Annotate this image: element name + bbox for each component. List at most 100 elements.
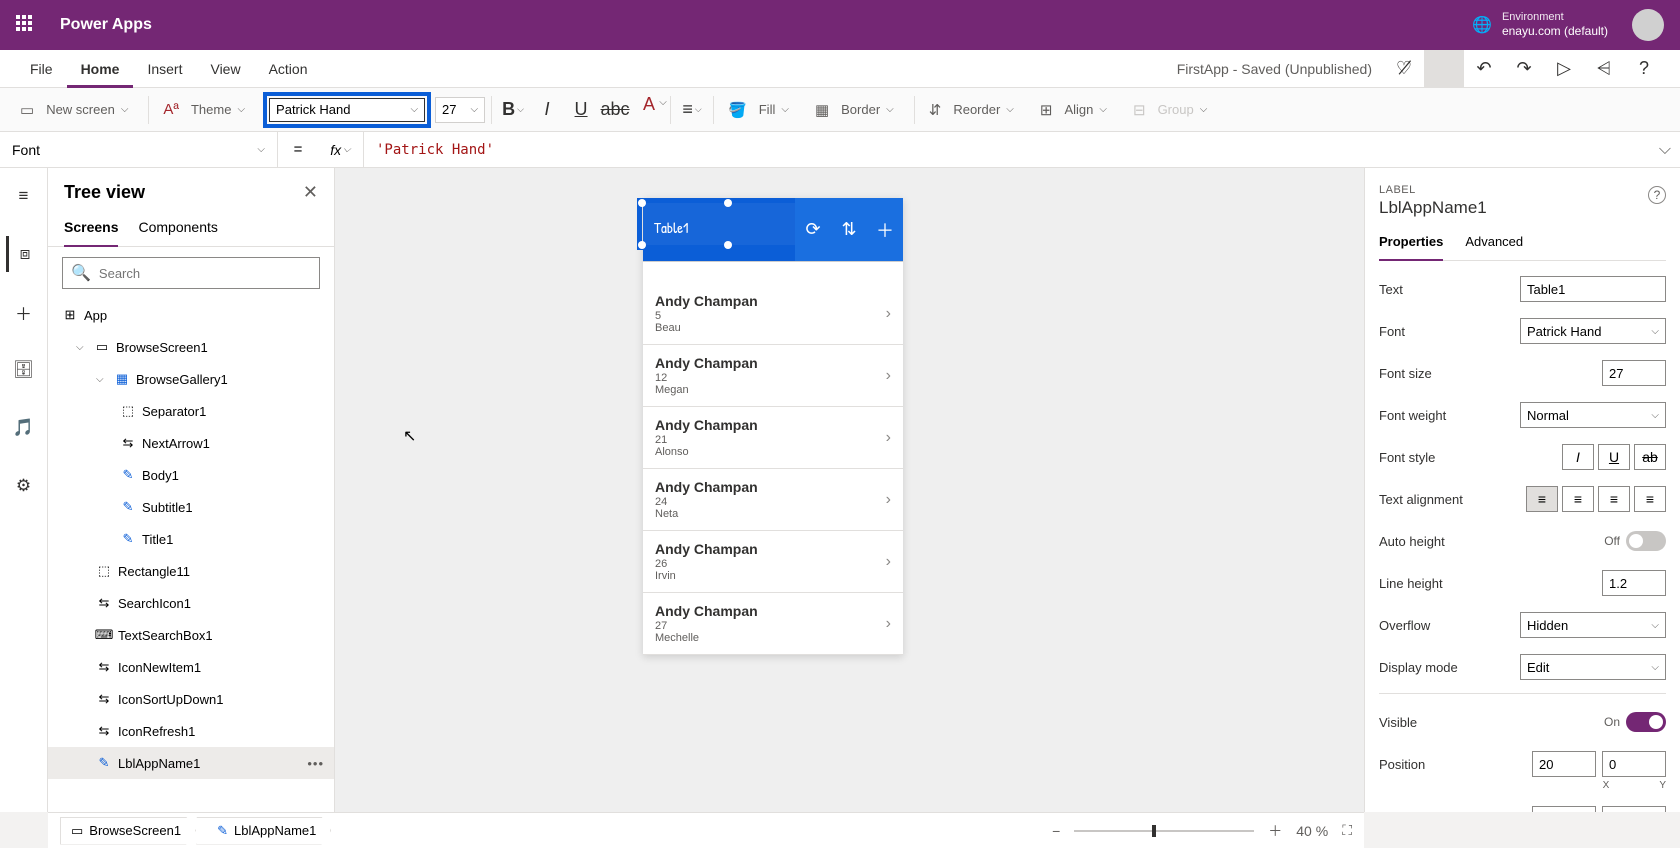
tree-item[interactable]: ⇆SearchIcon1 xyxy=(48,587,334,619)
underline-btn[interactable]: U xyxy=(1598,444,1630,470)
app-checker-icon[interactable]: ♡̸ xyxy=(1384,50,1424,88)
gallery-item[interactable]: Andy Champan 26 Irvin › xyxy=(643,531,903,593)
new-screen-button[interactable]: New screen⌵ xyxy=(40,98,134,121)
font-size-select[interactable]: 27⌵ xyxy=(435,97,485,123)
gallery-item[interactable]: Andy Champan 12 Megan › xyxy=(643,345,903,407)
prop-width-input[interactable] xyxy=(1532,806,1596,812)
environment-selector[interactable]: 🌐 Environment enayu.com (default) xyxy=(1472,11,1608,39)
align-center-btn[interactable]: ≡ xyxy=(1562,486,1594,512)
chevron-right-icon[interactable]: › xyxy=(886,491,891,509)
menu-action[interactable]: Action xyxy=(255,50,322,88)
align-button[interactable]: Align⌵ xyxy=(1058,98,1113,121)
chevron-right-icon[interactable]: › xyxy=(886,367,891,385)
fx-icon[interactable]: fx⌵ xyxy=(318,132,364,168)
prop-y-input[interactable] xyxy=(1602,751,1666,777)
search-input[interactable] xyxy=(99,266,311,281)
menu-file[interactable]: File xyxy=(16,50,67,88)
search-box-preview[interactable] xyxy=(643,261,903,283)
canvas[interactable]: ↖ Table1 ⟳ ⇅ ＋ xyxy=(335,168,1364,812)
tab-components[interactable]: Components xyxy=(138,213,217,246)
insert-icon[interactable]: ＋ xyxy=(6,294,42,330)
font-color-button[interactable]: A⌵ xyxy=(634,96,664,124)
chevron-down-icon[interactable]: ⌵ xyxy=(76,342,88,353)
prop-displaymode-select[interactable]: Edit⌵ xyxy=(1520,654,1666,680)
prop-lineheight-input[interactable] xyxy=(1602,570,1666,596)
tree-item[interactable]: ✎Subtitle1 xyxy=(48,491,334,523)
align-left-btn[interactable]: ≡ xyxy=(1526,486,1558,512)
tree-item-selected[interactable]: ✎LblAppName1••• xyxy=(48,747,334,779)
italic-btn[interactable]: I xyxy=(1562,444,1594,470)
formula-input[interactable]: 'Patrick Hand' xyxy=(364,142,1650,158)
help-icon[interactable]: ? xyxy=(1624,50,1664,88)
prop-x-input[interactable] xyxy=(1532,751,1596,777)
sort-icon[interactable]: ⇅ xyxy=(831,198,867,261)
visible-toggle[interactable] xyxy=(1626,712,1666,732)
tree-item[interactable]: ⌵▦BrowseGallery1 xyxy=(48,363,334,395)
chevron-down-icon[interactable]: ⌵ xyxy=(96,374,108,385)
tree-item[interactable]: ✎Body1 xyxy=(48,459,334,491)
share-icon[interactable]: ⩤ xyxy=(1584,50,1624,88)
selection-box[interactable]: Table1 xyxy=(637,198,819,250)
tree-item[interactable]: ⌵▭BrowseScreen1 xyxy=(48,331,334,363)
formula-expand-icon[interactable]: ⌵ xyxy=(1650,141,1680,159)
menu-view[interactable]: View xyxy=(196,50,254,88)
tree-item[interactable]: ⇆NextArrow1 xyxy=(48,427,334,459)
tree-item[interactable]: ⇆IconRefresh1 xyxy=(48,715,334,747)
app-launcher-icon[interactable] xyxy=(16,15,36,35)
align-justify-btn[interactable]: ≡ xyxy=(1634,486,1666,512)
tab-screens[interactable]: Screens xyxy=(64,213,118,247)
menu-insert[interactable]: Insert xyxy=(133,50,196,88)
zoom-slider[interactable] xyxy=(1074,830,1254,832)
theme-button[interactable]: Theme⌵ xyxy=(185,98,251,121)
undo-icon[interactable]: ↶ xyxy=(1464,50,1504,88)
data-icon[interactable]: 🗄 xyxy=(6,352,42,388)
tree-view-icon[interactable]: ⧈ xyxy=(6,236,42,272)
tab-advanced[interactable]: Advanced xyxy=(1465,234,1523,260)
tree-item[interactable]: ⬚Rectangle11 xyxy=(48,555,334,587)
tree-item[interactable]: ⌨TextSearchBox1 xyxy=(48,619,334,651)
fit-icon[interactable]: ⛶ xyxy=(1342,822,1352,839)
underline-button[interactable]: U xyxy=(566,96,596,124)
chevron-right-icon[interactable]: › xyxy=(886,553,891,571)
gallery-item[interactable]: Andy Champan 5 Beau › xyxy=(643,283,903,345)
tree-app[interactable]: ⊞App xyxy=(48,299,334,331)
chevron-right-icon[interactable]: › xyxy=(886,305,891,323)
font-select[interactable]: Patrick Hand⌵ xyxy=(269,98,425,122)
more-icon[interactable]: ••• xyxy=(307,756,324,771)
prop-text-input[interactable] xyxy=(1520,276,1666,302)
prop-fontweight-select[interactable]: Normal⌵ xyxy=(1520,402,1666,428)
chevron-right-icon[interactable]: › xyxy=(886,429,891,447)
add-icon[interactable]: ＋ xyxy=(867,198,903,261)
close-icon[interactable]: ✕ xyxy=(303,182,318,203)
redo-icon[interactable]: ↷ xyxy=(1504,50,1544,88)
autoheight-toggle[interactable] xyxy=(1626,531,1666,551)
resize-handle[interactable] xyxy=(638,199,646,207)
strikethrough-button[interactable]: abc xyxy=(600,96,630,124)
advanced-tools-icon[interactable]: ⚙ xyxy=(6,468,42,504)
resize-handle[interactable] xyxy=(638,241,646,249)
property-dropdown[interactable]: Font⌵ xyxy=(0,132,278,168)
tab-properties[interactable]: Properties xyxy=(1379,234,1443,261)
user-avatar[interactable] xyxy=(1632,9,1664,41)
resize-handle[interactable] xyxy=(724,199,732,207)
zoom-out-icon[interactable]: − xyxy=(1052,823,1060,839)
gallery-item[interactable]: Andy Champan 24 Neta › xyxy=(643,469,903,531)
breadcrumb-control[interactable]: ✎LblAppName1 xyxy=(196,817,331,845)
tree-search[interactable]: 🔍 xyxy=(62,257,320,289)
tree-item[interactable]: ⇆IconNewItem1 xyxy=(48,651,334,683)
border-button[interactable]: Border⌵ xyxy=(835,98,900,121)
gallery-item[interactable]: Andy Champan 27 Mechelle › xyxy=(643,593,903,655)
prop-font-select[interactable]: Patrick Hand⌵ xyxy=(1520,318,1666,344)
hamburger-icon[interactable]: ≡ xyxy=(6,178,42,214)
help-icon[interactable]: ? xyxy=(1648,186,1666,204)
prop-fontsize-input[interactable] xyxy=(1602,360,1666,386)
breadcrumb-screen[interactable]: ▭BrowseScreen1 xyxy=(60,817,196,845)
fill-button[interactable]: Fill⌵ xyxy=(753,98,795,121)
prop-height-input[interactable] xyxy=(1602,806,1666,812)
bold-button[interactable]: B⌵ xyxy=(498,96,528,124)
align-right-btn[interactable]: ≡ xyxy=(1598,486,1630,512)
italic-button[interactable]: I xyxy=(532,96,562,124)
tree-item[interactable]: ⇆IconSortUpDown1 xyxy=(48,683,334,715)
tree-item[interactable]: ✎Title1 xyxy=(48,523,334,555)
chevron-right-icon[interactable]: › xyxy=(886,615,891,633)
